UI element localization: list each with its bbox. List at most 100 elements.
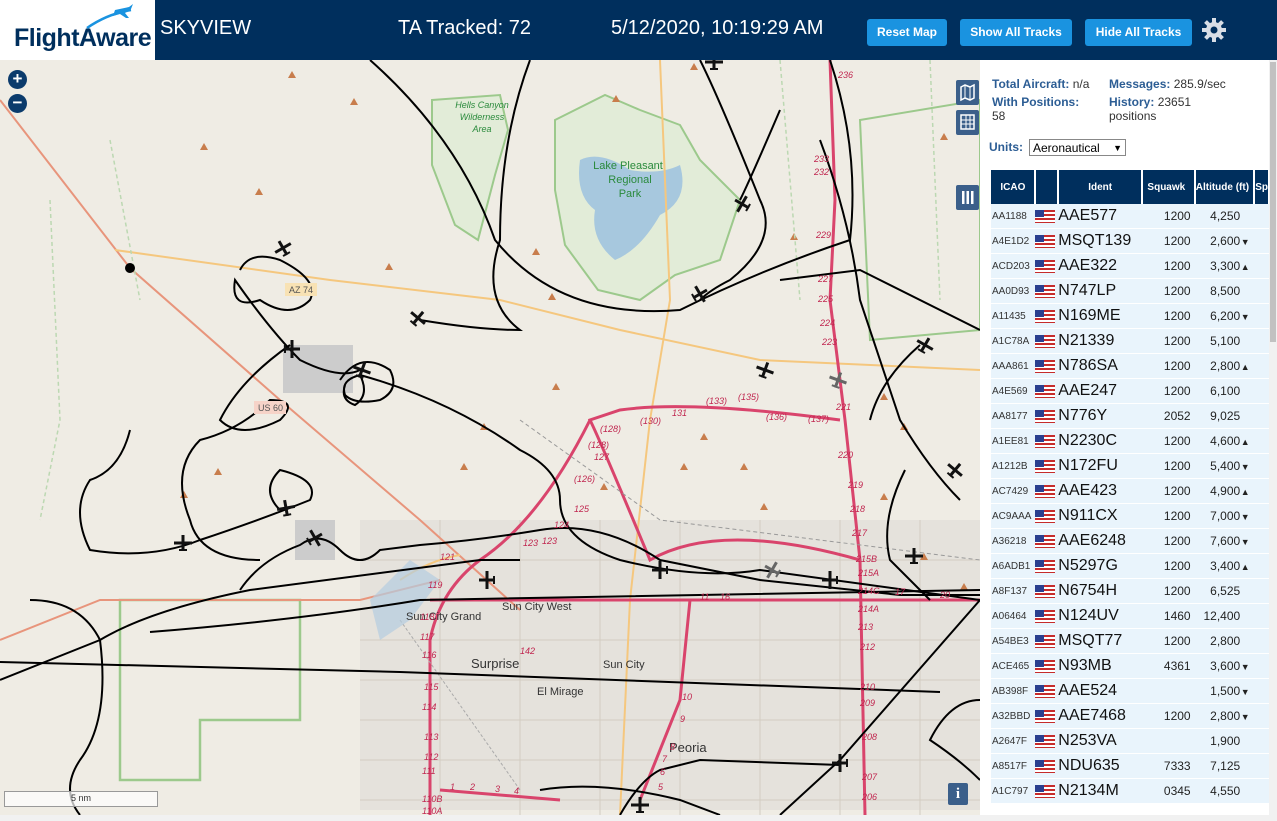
scale-bar: 5 nm: [4, 791, 158, 807]
map-view[interactable]: Hells Canyon Wilderness Area Lake Pleasa…: [0, 60, 980, 815]
aircraft-icon[interactable]: [705, 60, 723, 70]
altitude-value: 1,900: [1210, 734, 1241, 748]
table-row[interactable]: ACD203 AAE322 1200 3,300▲: [991, 253, 1269, 279]
zoom-out-button[interactable]: −: [8, 94, 27, 113]
exit-number: 6: [660, 767, 665, 777]
flight-track[interactable]: [869, 344, 921, 421]
table-row[interactable]: AA0D93 N747LP 1200 8,500: [991, 278, 1269, 304]
col-altitude[interactable]: Altitude (ft): [1194, 170, 1256, 204]
scrollbar-thumb[interactable]: [1270, 62, 1276, 342]
table-row[interactable]: ACE465 N93MB 4361 3,600▼: [991, 653, 1269, 679]
columns-icon: [962, 191, 974, 204]
exit-number: 223: [821, 337, 837, 347]
flag-cell: [1034, 678, 1059, 704]
col-icao[interactable]: ICAO: [991, 170, 1036, 204]
table-row[interactable]: A36218 AAE6248 1200 7,600▼: [991, 528, 1269, 554]
table-row[interactable]: A4E1D2 MSQT139 1200 2,600▼: [991, 228, 1269, 254]
table-row[interactable]: A6ADB1 N5297G 1200 3,400▲: [991, 553, 1269, 579]
gear-icon[interactable]: [1201, 17, 1227, 43]
flight-track[interactable]: [29, 599, 104, 815]
col-squawk[interactable]: Squawk: [1142, 170, 1196, 204]
altitude-trend-icon: ▼: [1240, 512, 1250, 522]
lake-label-2: Regional: [608, 174, 651, 186]
speed-cell: [1254, 278, 1269, 304]
speed-cell: [1254, 228, 1269, 254]
aircraft-icon[interactable]: [913, 334, 937, 357]
flag-cell: [1034, 378, 1059, 404]
table-row[interactable]: A1C78A N21339 1200 5,100: [991, 328, 1269, 354]
aircraft-icon[interactable]: [943, 458, 967, 482]
exit-number: 209: [859, 698, 875, 708]
table-row[interactable]: AC9AAA N911CX 1200 7,000▼: [991, 503, 1269, 529]
info-button[interactable]: i: [948, 783, 968, 805]
exit-number: 115: [424, 682, 439, 692]
table-row[interactable]: A8F137 N6754H 1200 6,525: [991, 578, 1269, 604]
speed-cell: [1254, 303, 1269, 329]
table-row[interactable]: A4E569 AAE247 1200 6,100: [991, 378, 1269, 404]
reset-map-button[interactable]: Reset Map: [867, 19, 947, 46]
altitude-trend-icon: ▼: [1240, 312, 1250, 322]
table-row[interactable]: A1C797 N2134M 0345 4,550: [991, 778, 1269, 804]
us-flag-icon: [1034, 710, 1055, 724]
exit-number: 112: [424, 752, 438, 762]
table-row[interactable]: A06464 N124UV 1460 12,400: [991, 603, 1269, 629]
horizontal-scrollbar[interactable]: [0, 815, 1277, 821]
table-row[interactable]: A11435 N169ME 1200 6,200▼: [991, 303, 1269, 329]
col-speed[interactable]: Sp: [1254, 170, 1270, 204]
ident-cell: AAE322: [1058, 253, 1143, 279]
exit-number: 124: [554, 520, 569, 530]
aircraft-icon[interactable]: [271, 237, 295, 260]
grid-button[interactable]: [956, 110, 979, 135]
table-row[interactable]: A1212B N172FU 1200 5,400▼: [991, 453, 1269, 479]
exit-number: 16: [720, 592, 730, 602]
table-row[interactable]: A54BE3 MSQT77 1200 2,800: [991, 628, 1269, 654]
columns-button[interactable]: [956, 185, 979, 210]
zoom-in-button[interactable]: +: [8, 70, 27, 89]
flight-track[interactable]: [779, 268, 980, 331]
altitude-cell: 6,200▼: [1194, 303, 1255, 329]
table-row[interactable]: A2647F N253VA 1,900: [991, 728, 1269, 754]
altitude-cell: 4,600▲: [1194, 428, 1255, 454]
col-flag[interactable]: [1034, 170, 1060, 204]
col-ident[interactable]: Ident: [1058, 170, 1144, 204]
altitude-cell: 9,025: [1194, 403, 1255, 429]
altitude-value: 2,600: [1210, 234, 1241, 248]
ident-cell: N172FU: [1058, 453, 1143, 479]
table-row[interactable]: AAA861 N786SA 1200 2,800▲: [991, 353, 1269, 379]
squawk-cell: 1200: [1142, 553, 1195, 579]
ident-cell: N2134M: [1058, 778, 1143, 804]
aircraft-icon[interactable]: [406, 306, 430, 330]
aircraft-icon[interactable]: [276, 499, 297, 518]
table-row[interactable]: A32BBD AAE7468 1200 2,800▼: [991, 703, 1269, 729]
table-row[interactable]: A1EE81 N2230C 1200 4,600▲: [991, 428, 1269, 454]
exit-number: 232: [813, 167, 829, 177]
table-row[interactable]: AC7429 AAE423 1200 4,900▲: [991, 478, 1269, 504]
table-row[interactable]: AB398F AAE524 1,500▼: [991, 678, 1269, 704]
scale-label: 5 nm: [70, 793, 91, 803]
table-row[interactable]: AA1188 AAE577 1200 4,250: [991, 204, 1269, 229]
flight-track[interactable]: [819, 139, 961, 501]
table-row[interactable]: A8517F NDU635 7333 7,125: [991, 753, 1269, 779]
grid-icon: [960, 114, 975, 130]
icao-cell: A36218: [991, 528, 1035, 554]
exit-number: 10: [682, 692, 692, 702]
map-canvas[interactable]: Hells Canyon Wilderness Area Lake Pleasa…: [0, 60, 980, 815]
speed-cell: [1254, 628, 1269, 654]
ident-cell: N5297G: [1058, 553, 1143, 579]
history-label: History:: [1109, 95, 1155, 109]
flag-cell: [1034, 428, 1059, 454]
flightaware-logo[interactable]: FlightAware: [0, 0, 155, 60]
green-boundary: [858, 98, 980, 342]
hide-all-tracks-button[interactable]: Hide All Tracks: [1085, 19, 1192, 46]
map-layers-button[interactable]: [956, 80, 979, 105]
aircraft-icon[interactable]: [754, 359, 776, 380]
units-select[interactable]: Aeronautical ▼: [1029, 139, 1126, 156]
vertical-scrollbar[interactable]: [1269, 60, 1277, 815]
show-all-tracks-button[interactable]: Show All Tracks: [960, 19, 1072, 46]
aircraft-icon[interactable]: [174, 535, 192, 551]
exit-number: 3: [495, 784, 500, 794]
altitude-trend-icon: ▼: [1240, 712, 1250, 722]
flight-track[interactable]: [739, 109, 781, 201]
table-row[interactable]: AA8177 N776Y 2052 9,025: [991, 403, 1269, 429]
altitude-trend-icon: ▲: [1240, 437, 1250, 447]
